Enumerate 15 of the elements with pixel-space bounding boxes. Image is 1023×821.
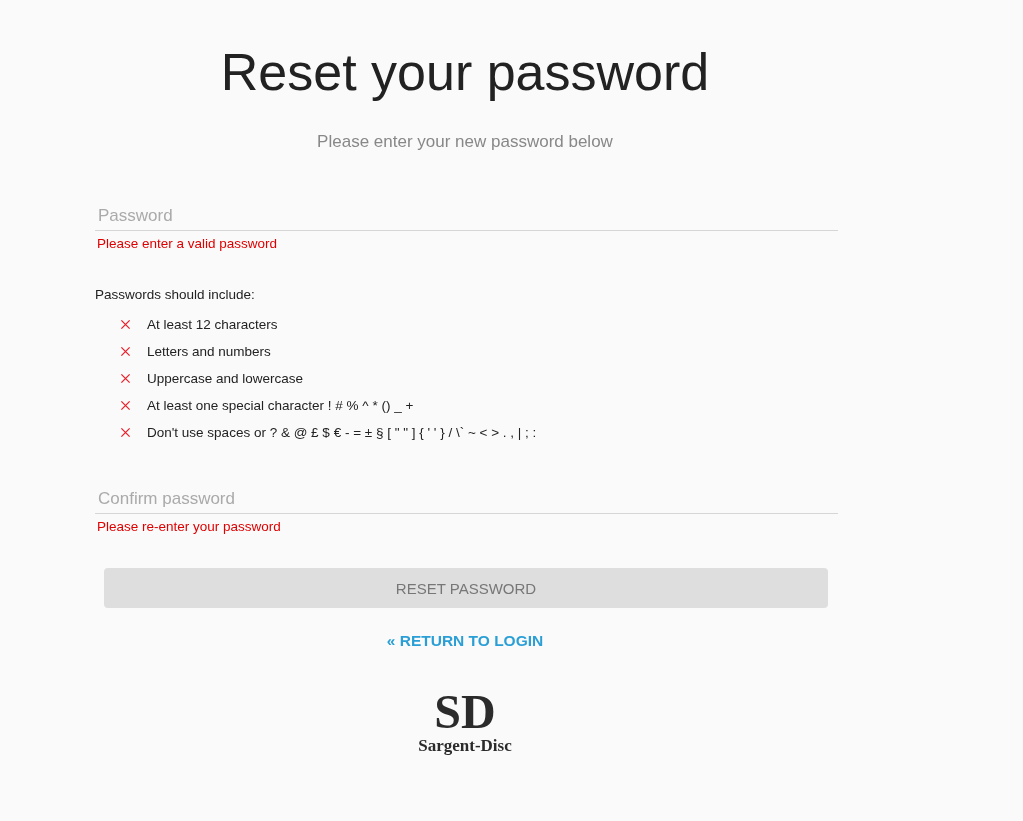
requirement-text: Don't use spaces or ? & @ £ $ € - = ± § [ " " ] { ' ' } / \` ~ < > . , | ; : [147,425,537,440]
requirement-text: At least one special character ! # % ^ * () _ + [147,398,414,413]
requirement-text: Uppercase and lowercase [147,371,304,386]
password-field[interactable]: Password [95,202,838,231]
confirm-password-field[interactable]: Confirm password [95,485,838,514]
requirements-heading: Passwords should include: [95,287,255,302]
return-to-login-link[interactable]: « RETURN TO LOGIN [386,632,544,650]
logo-mark: SD [434,688,496,736]
requirement-text: At least 12 characters [147,317,278,332]
logo-name: Sargent-Disc [418,736,512,756]
error-message: Please re-enter your password [96,519,281,534]
page-title: Reset your password [219,42,711,102]
error-message: Please enter a valid password [96,236,278,251]
requirement-text: Letters and numbers [147,344,271,359]
subtitle: Please enter your new password below [316,132,614,152]
